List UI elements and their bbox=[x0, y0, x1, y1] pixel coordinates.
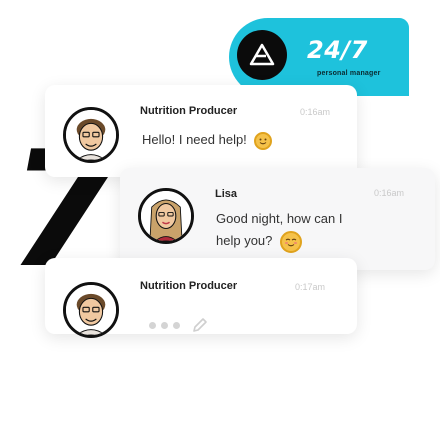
typing-dot bbox=[161, 321, 168, 329]
message-text: Hello! I need help! bbox=[142, 129, 273, 151]
chat-message-card: Lisa 0:16am Good night, how can I help y… bbox=[120, 168, 435, 270]
typing-indicator bbox=[149, 316, 209, 334]
chat-message-card: Nutrition Producer 0:16am Hello! I need … bbox=[45, 85, 357, 177]
sender-name: Nutrition Producer bbox=[140, 105, 238, 117]
typing-dot bbox=[149, 321, 156, 329]
badge-subtitle: personal manager bbox=[317, 70, 381, 77]
badge-title: 24/7 bbox=[307, 36, 368, 64]
message-text-content: Hello! I need help! bbox=[142, 132, 247, 147]
avatar bbox=[138, 188, 194, 244]
avatar bbox=[63, 282, 119, 338]
sender-name: Lisa bbox=[215, 188, 238, 200]
sender-name: Nutrition Producer bbox=[140, 280, 238, 292]
message-text-line: Good night, how can I bbox=[216, 211, 343, 226]
smiling-face-icon bbox=[254, 131, 273, 150]
message-text-line-2: help you? bbox=[216, 230, 342, 253]
message-time: 0:16am bbox=[300, 107, 331, 117]
pencil-icon bbox=[193, 318, 207, 332]
message-text: Good night, how can I help you? bbox=[216, 208, 342, 253]
avatar bbox=[63, 107, 119, 163]
chat-message-card: Nutrition Producer 0:17am bbox=[45, 258, 357, 338]
message-time: 0:17am bbox=[295, 282, 326, 292]
message-time: 0:16am bbox=[374, 188, 405, 198]
typing-dot bbox=[173, 321, 180, 329]
triangle-logo-icon bbox=[249, 43, 275, 66]
brand-logo bbox=[237, 30, 287, 80]
blushing-face-icon bbox=[280, 230, 303, 253]
message-text-content: help you? bbox=[216, 233, 273, 248]
